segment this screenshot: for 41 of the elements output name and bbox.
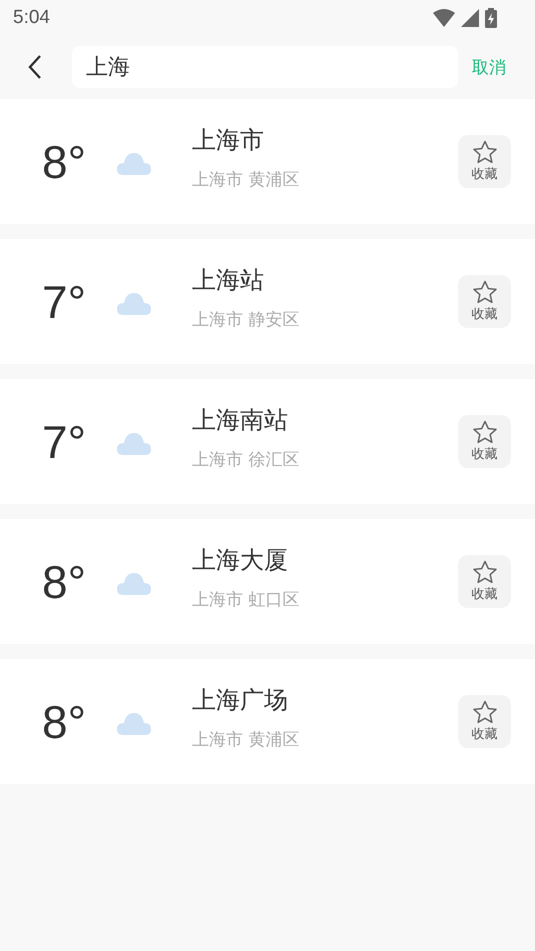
temperature: 8° <box>42 554 87 608</box>
place-name: 上海站 <box>192 265 265 296</box>
star-icon <box>472 280 498 304</box>
place-region: 上海市 虹口区 <box>192 589 300 611</box>
temperature: 8° <box>42 694 87 748</box>
favorite-button[interactable]: 收藏 <box>458 555 511 608</box>
result-card[interactable]: 7° 上海南站 上海市 徐汇区 收藏 <box>0 379 535 504</box>
place-region: 上海市 黄浦区 <box>192 729 300 751</box>
signal-icon <box>461 9 479 27</box>
place-region: 上海市 徐汇区 <box>192 449 300 471</box>
temperature: 8° <box>42 134 87 188</box>
place-name: 上海广场 <box>192 685 289 716</box>
cloud-icon <box>117 572 151 594</box>
place-name: 上海市 <box>192 125 265 156</box>
place-name: 上海南站 <box>192 405 289 436</box>
search-field[interactable]: 上海 <box>72 46 458 88</box>
cloud-icon <box>117 712 151 734</box>
favorite-button[interactable]: 收藏 <box>458 135 511 188</box>
result-card[interactable]: 8° 上海大厦 上海市 虹口区 收藏 <box>0 519 535 644</box>
cloud-icon <box>117 432 151 454</box>
cloud-icon <box>117 292 151 314</box>
place-name: 上海大厦 <box>192 545 289 576</box>
temperature: 7° <box>42 274 87 328</box>
wifi-icon <box>433 9 455 27</box>
favorite-button[interactable]: 收藏 <box>458 275 511 328</box>
star-icon <box>472 420 498 444</box>
temperature: 7° <box>42 414 87 468</box>
star-icon <box>472 560 498 584</box>
star-icon <box>472 140 498 164</box>
favorite-button[interactable]: 收藏 <box>458 695 511 748</box>
place-region: 上海市 静安区 <box>192 309 300 331</box>
place-region: 上海市 黄浦区 <box>192 169 300 191</box>
result-card[interactable]: 7° 上海站 上海市 静安区 收藏 <box>0 239 535 364</box>
status-time: 5:04 <box>13 7 50 29</box>
favorite-button[interactable]: 收藏 <box>458 415 511 468</box>
battery-icon <box>485 8 497 28</box>
star-icon <box>472 700 498 724</box>
result-card[interactable]: 8° 上海广场 上海市 黄浦区 收藏 <box>0 659 535 784</box>
back-icon[interactable] <box>28 54 42 80</box>
result-card[interactable]: 8° 上海市 上海市 黄浦区 收藏 <box>0 99 535 224</box>
cloud-icon <box>117 152 151 174</box>
